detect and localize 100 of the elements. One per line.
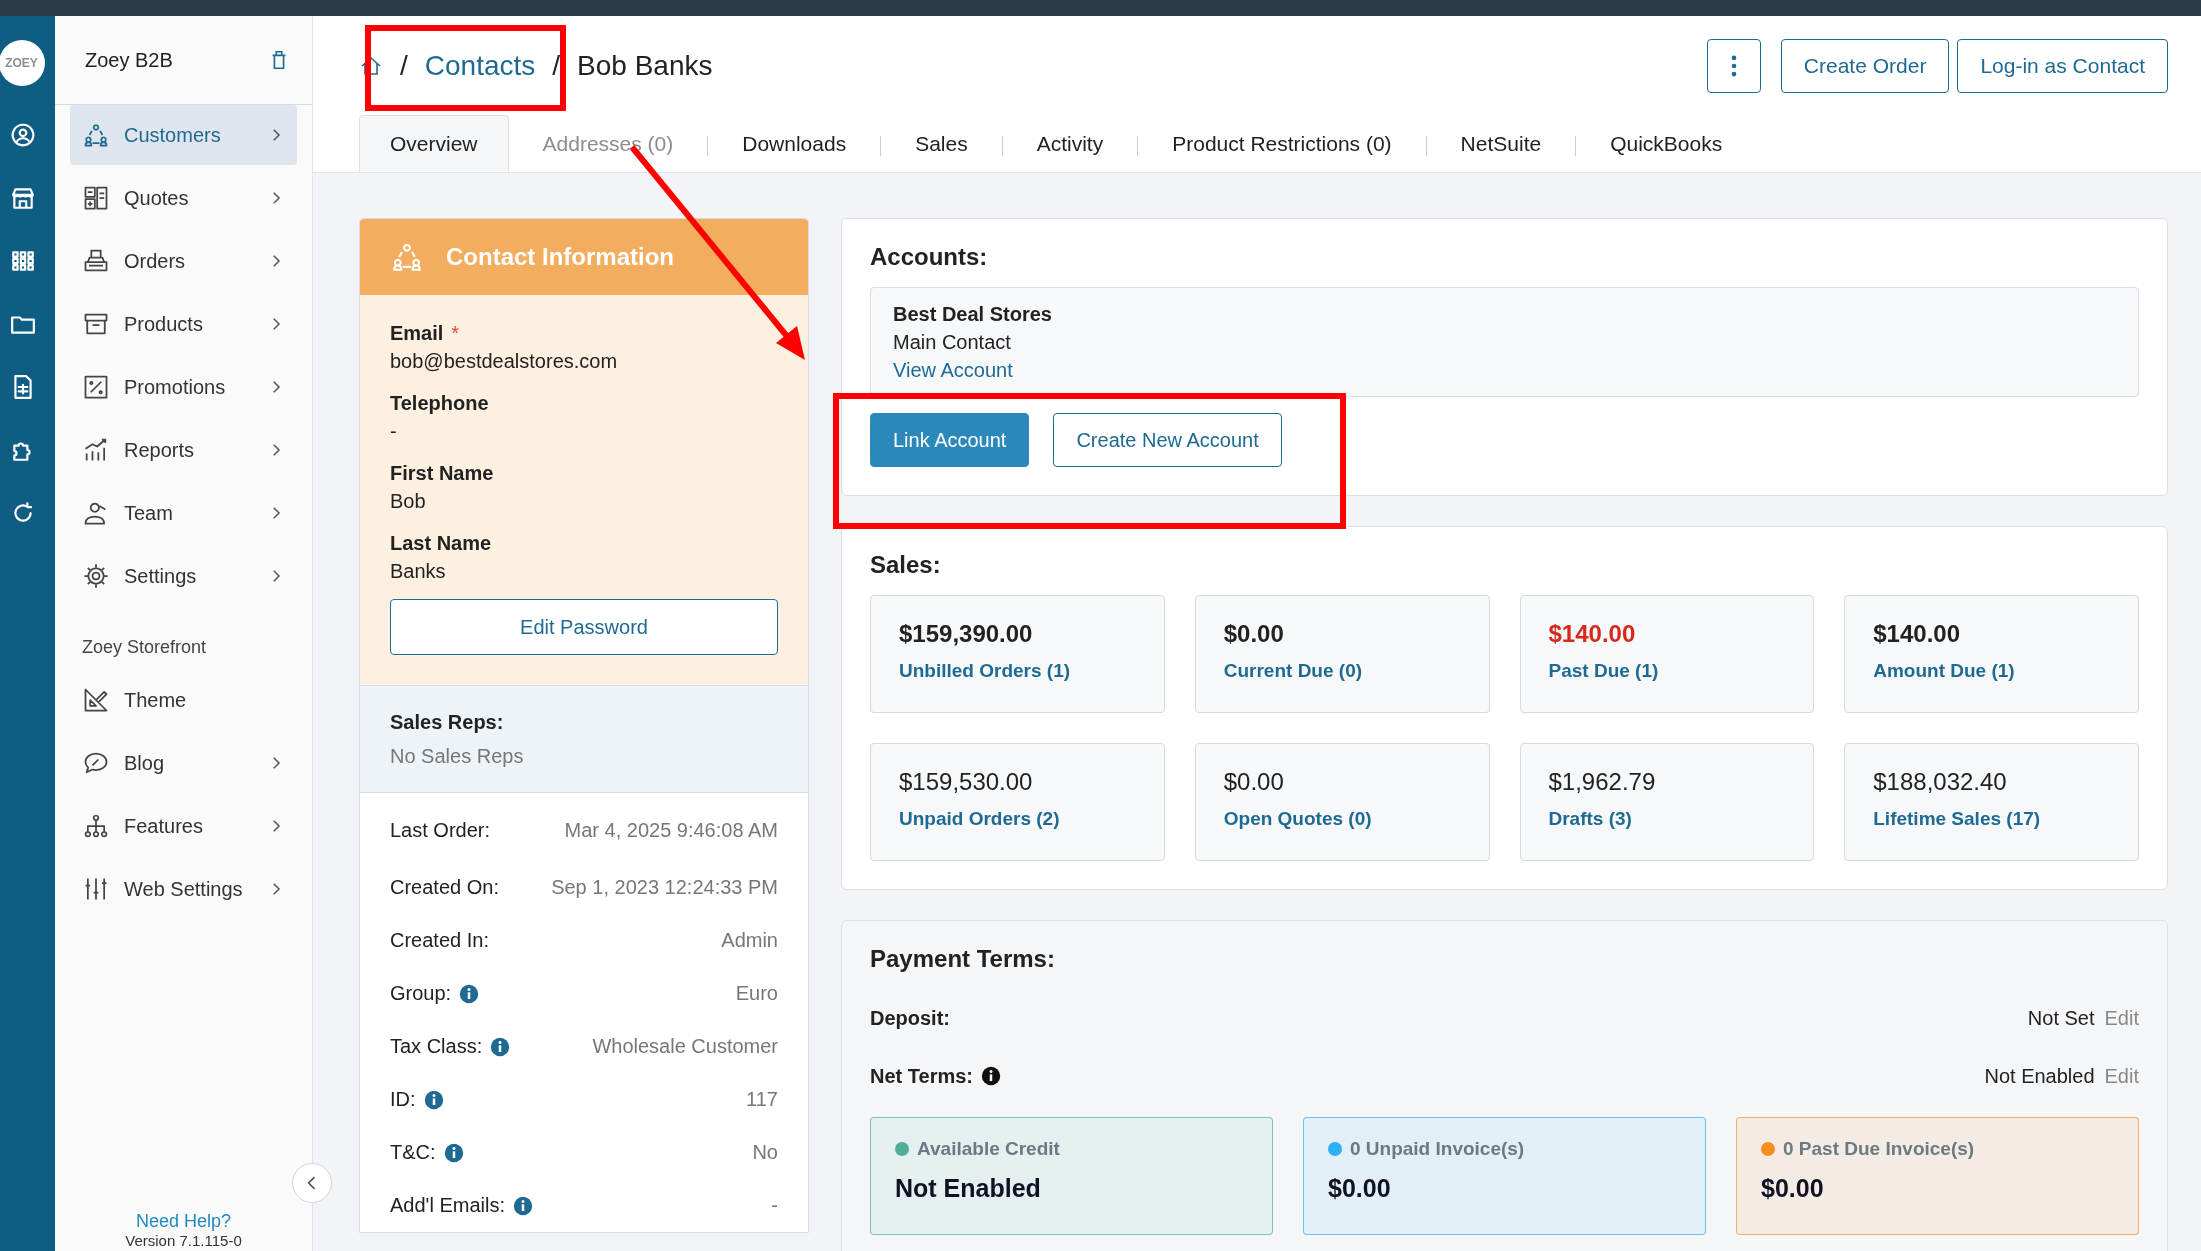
sidebar-item[interactable]: Theme [70, 670, 297, 730]
term-label: Net Terms: [870, 1064, 973, 1088]
account-role: Main Contact [893, 330, 1012, 355]
gear-icon [82, 562, 110, 590]
edit-password-button[interactable]: Edit Password [390, 599, 778, 655]
term-value: Not Set [2027, 1006, 2095, 1030]
field-label: Telephone [390, 391, 489, 416]
summary-value: $0.00 [1328, 1174, 1392, 1203]
tab[interactable]: Sales [881, 116, 1002, 172]
detail-value: Euro [735, 982, 778, 1005]
sales-link[interactable]: Open Quotes (0) [1223, 808, 1372, 830]
detail-value: 117 [746, 1088, 778, 1111]
sidebar-item[interactable]: Promotions [70, 357, 297, 417]
sidebar-item[interactable]: Reports [70, 420, 297, 480]
more-icon [1730, 55, 1737, 77]
sales-link[interactable]: Amount Due (1) [1873, 660, 2015, 682]
sales-link[interactable]: Lifetime Sales (17) [1873, 808, 2041, 830]
summary-label: 0 Unpaid Invoice(s) [1350, 1138, 1525, 1160]
term-label: Deposit: [870, 1006, 950, 1030]
version-text: Version 7.1.115-0 [124, 1232, 243, 1249]
field-label: First Name [390, 461, 494, 486]
detail-label: ID: [390, 1088, 416, 1111]
tab[interactable]: Overview [359, 115, 509, 172]
sales-link[interactable]: Unbilled Orders (1) [899, 660, 1071, 682]
amount: $0.00 [1223, 620, 1285, 648]
account-button[interactable]: Create New Account [1053, 413, 1282, 467]
detail-value: - [771, 1194, 778, 1217]
detail-value: Mar 4, 2025 9:46:08 AM [564, 818, 778, 842]
calculator-icon [82, 184, 110, 212]
section-label: Zoey Storefront [82, 637, 208, 659]
tab[interactable]: NetSuite [1426, 116, 1576, 172]
amount: $159,530.00 [899, 768, 1034, 796]
ruler-pencil-icon [82, 686, 110, 714]
account-button[interactable]: Link Account [870, 413, 1030, 467]
field-value: Bob [390, 489, 427, 514]
header-button[interactable]: Create Order [1780, 39, 1950, 93]
hierarchy-icon [82, 812, 110, 840]
sidebar-item[interactable]: Customers [70, 105, 297, 165]
tab[interactable]: Product Restrictions (0) [1138, 116, 1426, 172]
account-name: Best Deal Stores [893, 302, 1053, 327]
required-mark: * [451, 321, 460, 346]
term-value: Not Enabled [1984, 1064, 2095, 1088]
detail-label: Created In: [390, 929, 489, 952]
sales-link[interactable]: Past Due (1) [1548, 660, 1659, 682]
store-name: Zoey B2B [85, 48, 173, 72]
detail-value: Sep 1, 2023 12:24:33 PM [551, 876, 778, 899]
info-icon[interactable] [981, 1066, 1001, 1086]
sidebar-item[interactable]: Products [70, 294, 297, 354]
edit-link[interactable]: Edit [2104, 1006, 2139, 1030]
header-button[interactable]: Log-in as Contact [1957, 39, 2168, 93]
edit-link[interactable]: Edit [2104, 1064, 2139, 1088]
amount: $1,962.79 [1548, 768, 1657, 796]
section-title: Payment Terms: [870, 945, 1056, 973]
tab[interactable]: Downloads [708, 116, 881, 172]
field-label: Email [390, 321, 444, 346]
more-button[interactable] [1706, 39, 1761, 93]
detail-label: Add'l Emails: [390, 1194, 505, 1217]
sales-link[interactable]: Current Due (0) [1223, 660, 1363, 682]
field-value: No Sales Reps [390, 744, 525, 769]
help-link[interactable]: Need Help? [135, 1211, 232, 1232]
grid-icon[interactable] [9, 248, 36, 274]
detail-value: No [752, 1141, 778, 1164]
tab[interactable]: QuickBooks [1576, 116, 1757, 172]
sidebar-item[interactable]: Web Settings [70, 859, 297, 919]
breadcrumb-link[interactable]: Contacts [424, 50, 536, 82]
detail-label: Group: [390, 982, 452, 1005]
field-label: Sales Reps: [390, 710, 505, 735]
sidebar-item[interactable]: Blog [70, 733, 297, 793]
sidebar-item[interactable]: Team [70, 483, 297, 543]
amount: $140.00 [1548, 620, 1637, 648]
detail-value: Wholesale Customer [592, 1035, 778, 1058]
detail-label: T&C: [390, 1141, 436, 1164]
sales-link[interactable]: Unpaid Orders (2) [899, 808, 1060, 830]
summary-value: $0.00 [1761, 1174, 1825, 1203]
view-account-link[interactable]: View Account [893, 356, 1013, 384]
tab[interactable]: Activity [1002, 116, 1138, 172]
sidebar-item[interactable]: Quotes [70, 168, 297, 228]
field-value: - [390, 419, 398, 444]
store-icon[interactable] [9, 185, 36, 211]
amount: $0.00 [1223, 768, 1285, 796]
page-title: Bob Banks [577, 50, 713, 82]
summary-label: Available Credit [917, 1138, 1060, 1160]
detail-label: Last Order: [390, 818, 491, 842]
people-icon [82, 121, 110, 149]
detail-value: Admin [721, 929, 778, 952]
detail-label: Created On: [390, 876, 499, 899]
breadcrumb-separator: / [552, 50, 561, 82]
sidebar-item[interactable]: Features [70, 796, 297, 856]
amount: $159,390.00 [899, 620, 1034, 648]
sidebar-item[interactable]: Settings [70, 546, 297, 606]
home-icon[interactable] [359, 54, 383, 78]
amount: $140.00 [1873, 620, 1961, 648]
sales-link[interactable]: Drafts (3) [1548, 808, 1632, 830]
breadcrumb-separator: / [400, 50, 408, 82]
field-value: bob@bestdealstores.com [390, 349, 619, 374]
logo[interactable]: ZOEY [0, 40, 45, 86]
summary-label: 0 Past Due Invoice(s) [1783, 1138, 1975, 1160]
sidebar-item[interactable]: Orders [70, 231, 297, 291]
person-icon[interactable] [9, 122, 36, 148]
summary-value: Not Enabled [895, 1174, 1042, 1203]
